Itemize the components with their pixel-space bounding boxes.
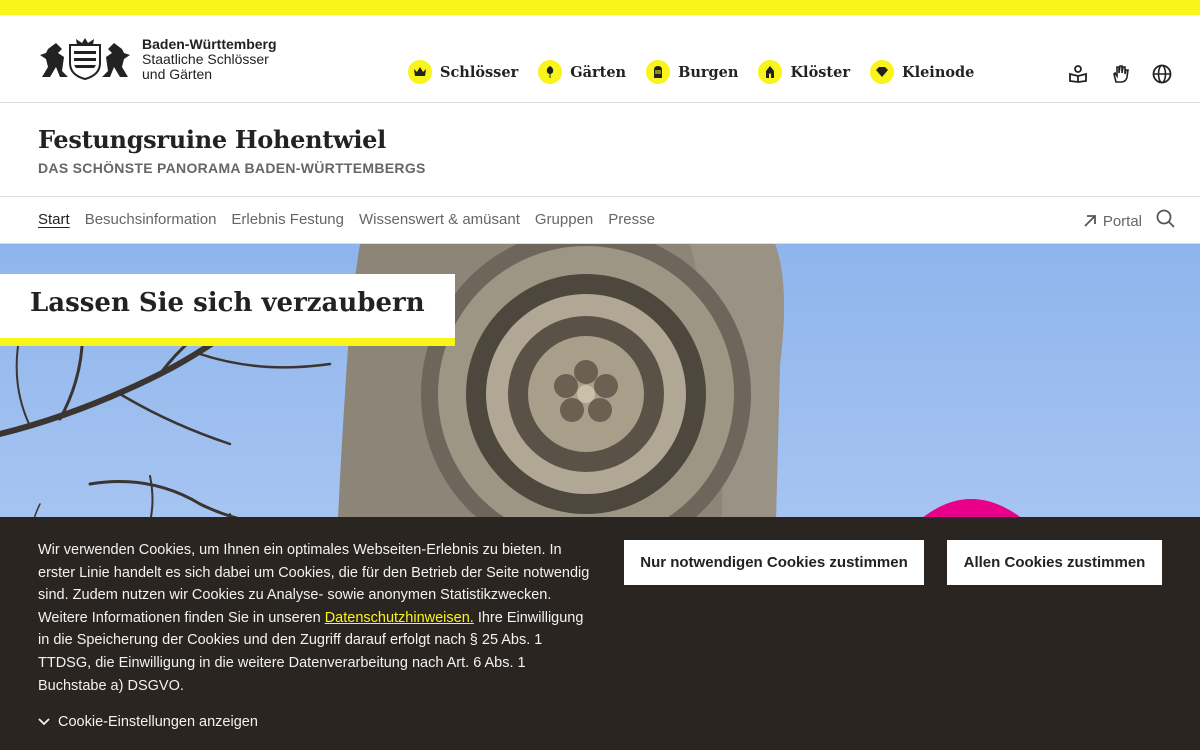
main-nav-right: Portal [1083,209,1176,233]
logo-line-1: Baden-Württemberg [142,36,277,52]
sign-language-icon[interactable] [1108,62,1132,86]
utility-icons [1066,62,1174,86]
nav-item-start[interactable]: Start [38,211,70,228]
accept-necessary-cookies-button[interactable]: Nur notwendigen Cookies zustimmen [624,540,924,585]
portal-item-schloesser[interactable]: Schlösser [408,60,518,84]
portal-item-label: Kleinode [901,63,975,81]
nav-item-erlebnis-festung[interactable]: Erlebnis Festung [231,211,344,228]
portal-item-burgen[interactable]: Burgen [646,60,738,84]
accept-all-cookies-button[interactable]: Allen Cookies zustimmen [947,540,1162,585]
site-subtitle: DAS SCHÖNSTE PANORAMA BADEN-WÜRTTEMBERGS [38,160,426,176]
cookie-banner: Wir verwenden Cookies, um Ihnen ein opti… [0,517,1200,750]
portal-link[interactable]: Portal [1083,213,1142,230]
nav-item-presse[interactable]: Presse [608,211,655,228]
hero-heading: Lassen Sie sich verzaubern [30,288,425,318]
portal-item-gaerten[interactable]: Gärten [538,60,626,84]
logo-line-2: Staatliche Schlösser [142,51,269,67]
arrow-up-right-icon [1084,215,1096,227]
site-header: Baden-Württemberg Staatliche Schlösser u… [0,15,1200,103]
portal-item-label: Schlösser [440,63,519,81]
accent-top-bar [0,0,1200,15]
coat-of-arms-icon [40,38,130,81]
portal-item-kleinode[interactable]: Kleinode [869,60,975,84]
logo-line-3: und Gärten [142,66,213,82]
portal-item-label: Klöster [790,63,850,81]
cookie-settings-label: Cookie-Einstellungen anzeigen [58,714,258,730]
main-nav: Start Besuchsinformation Erlebnis Festun… [0,197,1200,244]
site-title-block: Festungsruine Hohentwiel DAS SCHÖNSTE PA… [0,103,1200,197]
main-nav-links: Start Besuchsinformation Erlebnis Festun… [38,211,655,228]
nav-item-wissenswert[interactable]: Wissenswert & amüsant [359,211,520,228]
chevron-down-icon [38,718,50,726]
crown-icon [408,60,432,84]
portal-nav: Schlösser Gärten Burgen Klöster Kleinode [408,60,974,84]
logo-text: Baden-Württemberg Staatliche Schlösser u… [142,37,277,82]
globe-icon[interactable] [1150,62,1174,86]
logo[interactable]: Baden-Württemberg Staatliche Schlösser u… [38,37,277,82]
helmet-icon [646,60,671,84]
cookie-settings-toggle[interactable]: Cookie-Einstellungen anzeigen [38,714,258,730]
flower-icon [538,60,563,84]
portal-item-label: Burgen [678,63,739,81]
cookie-text: Wir verwenden Cookies, um Ihnen ein opti… [38,539,598,697]
privacy-link[interactable]: Datenschutzhinweisen. [325,610,474,626]
portal-item-kloester[interactable]: Klöster [758,60,850,84]
nav-item-besuchsinformation[interactable]: Besuchsinformation [85,211,217,228]
nav-item-gruppen[interactable]: Gruppen [535,211,593,228]
search-icon[interactable] [1156,209,1176,233]
church-icon [758,60,783,84]
site-title[interactable]: Festungsruine Hohentwiel [38,125,1162,154]
portal-link-label: Portal [1102,212,1142,230]
book-icon[interactable] [1066,62,1090,86]
hero-heading-box: Lassen Sie sich verzaubern [0,274,455,346]
diamond-icon [869,60,894,84]
portal-item-label: Gärten [570,63,627,81]
